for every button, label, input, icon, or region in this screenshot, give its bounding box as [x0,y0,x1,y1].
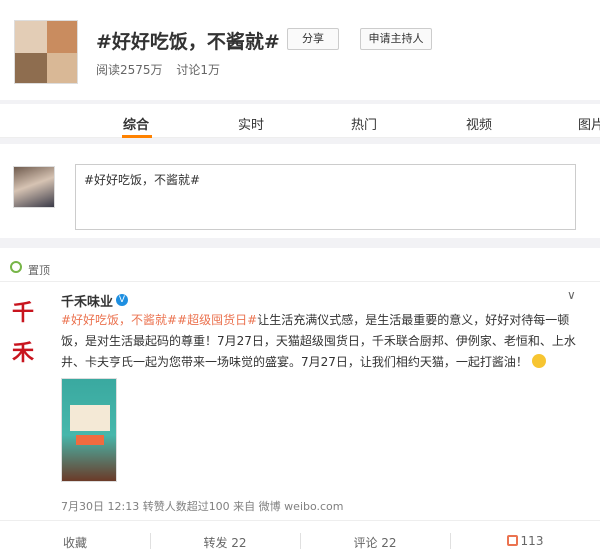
pinned-label: 置顶 [28,264,50,277]
apply-host-button[interactable]: 申请主持人 [360,28,432,50]
feed: 置顶 千禾 千禾味业 V ∨ #好好吃饭，不酱就##超级囤货日#让生活充满仪式感… [0,248,600,560]
topic-title: #好好吃饭，不酱就# [96,31,280,53]
tab-realtime[interactable]: 实时 [238,114,264,133]
tab-pictures[interactable]: 图片 [578,114,600,133]
favorite-button[interactable]: 收藏 [0,534,150,551]
chevron-down-icon[interactable]: ∨ [567,288,576,302]
verified-icon: V [116,294,128,306]
author-avatar-logo[interactable]: 千禾 [12,293,52,366]
topic-stats: 阅读2575万 讨论1万 [96,61,230,78]
post-actions: 收藏 转发 22 评论 22 113 [0,520,600,560]
tab-bar: 综合 实时 热门 视频 图片 [0,104,600,138]
read-count: 阅读2575万 [96,63,163,77]
post-meta: 7月30日 12:13 转赞人数超过100 来自 微博 weibo.com [61,500,344,513]
topic-thumbnail [14,20,78,84]
tab-comprehensive[interactable]: 综合 [123,114,149,133]
hashtag-link[interactable]: #超级囤货日# [177,313,257,327]
topic-header: #好好吃饭，不酱就# 分享 申请主持人 阅读2575万 讨论1万 [0,0,600,100]
hashtag-link[interactable]: #好好吃饭，不酱就# [61,313,177,327]
like-button[interactable]: 113 [450,534,600,548]
composer: #好好吃饭，不酱就# [0,144,600,238]
tab-video[interactable]: 视频 [466,114,492,133]
tab-hot[interactable]: 热门 [351,114,377,133]
discussion-count: 讨论1万 [176,63,221,77]
author-name[interactable]: 千禾味业 [61,291,113,310]
compose-textarea[interactable]: #好好吃饭，不酱就# [75,164,576,230]
active-tab-indicator [122,135,152,138]
repost-button[interactable]: 转发 22 [150,534,300,551]
emoji-icon [531,354,546,368]
pin-icon [10,261,22,273]
post-text: #好好吃饭，不酱就##超级囤货日#让生活充满仪式感，是生活最重要的意义，好好对待… [61,310,585,373]
pinned-header: 置顶 [0,248,600,282]
like-count: 113 [520,534,544,548]
thumb-up-icon [506,535,518,546]
user-avatar[interactable] [13,166,55,208]
comment-button[interactable]: 评论 22 [300,534,450,551]
share-button[interactable]: 分享 [287,28,339,50]
post-image[interactable] [61,378,117,482]
